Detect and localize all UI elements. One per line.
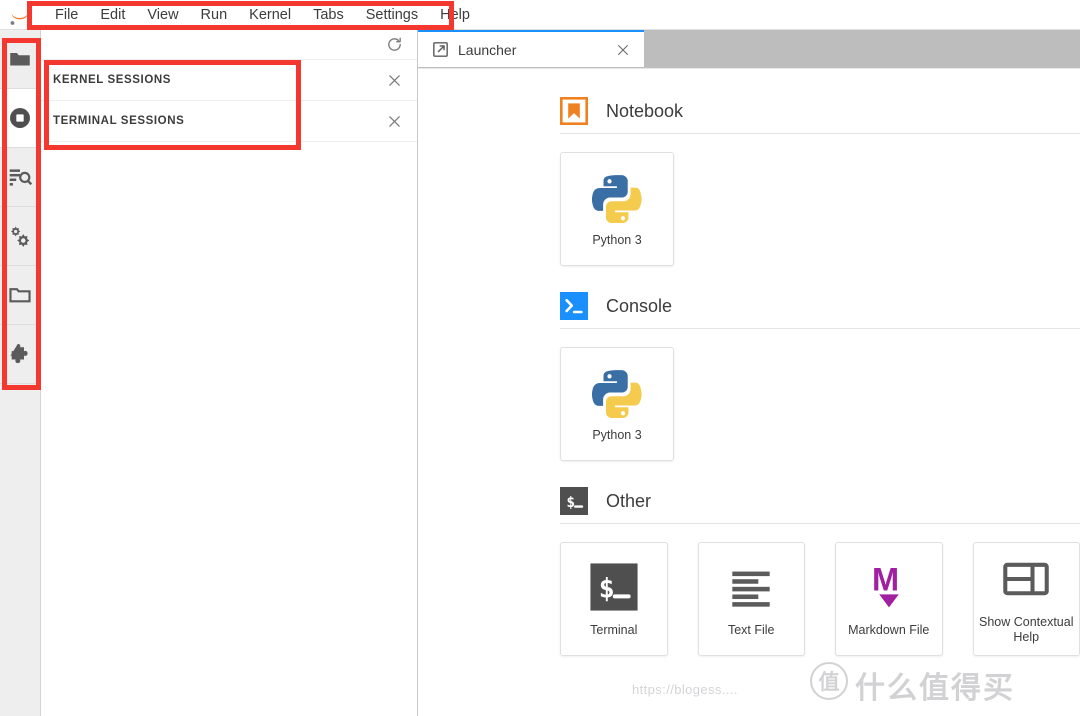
section-divider <box>560 523 1080 524</box>
section-divider <box>560 133 1080 134</box>
sidebar-item-extension-manager[interactable] <box>0 325 40 384</box>
svg-text:$: $ <box>598 573 614 604</box>
close-icon <box>388 74 400 86</box>
running-panel-toolbar <box>41 30 417 60</box>
section-divider <box>560 328 1080 329</box>
stop-circle-icon <box>10 108 30 128</box>
launcher-card-notebook-python3[interactable]: Python 3 <box>560 152 674 266</box>
jupyter-logo-icon <box>10 13 28 25</box>
menu-item-tabs[interactable]: Tabs <box>302 3 355 27</box>
terminal-sessions-shutdown-all-button[interactable] <box>383 110 405 132</box>
menu-item-list: File Edit View Run Kernel Tabs Settings … <box>44 3 481 27</box>
menu-item-run[interactable]: Run <box>190 3 239 27</box>
launcher-section-other-title: Other <box>606 490 652 511</box>
launcher-section-console-title: Console <box>606 295 673 316</box>
sidebar-item-file-browser[interactable] <box>0 30 40 89</box>
tab-launcher-label: Launcher <box>458 41 517 58</box>
launcher-card-label: Python 3 <box>592 427 642 442</box>
launcher-panel: Notebook Python 3 Console Python 3 $ Oth… <box>418 68 1080 716</box>
terminal-dollar-icon: $ <box>590 562 638 611</box>
console-prompt-icon <box>560 292 588 320</box>
menu-bar: File Edit View Run Kernel Tabs Settings … <box>0 0 1080 30</box>
puzzle-icon <box>10 343 28 364</box>
dock-area: Launcher Notebook Python 3 Console Pytho… <box>418 29 1080 716</box>
sidebar-item-command-palette[interactable] <box>0 148 40 207</box>
folder-filled-icon <box>10 53 30 66</box>
activity-bar <box>0 30 41 716</box>
launcher-icon <box>433 42 448 57</box>
launcher-card-text-file[interactable]: Text File <box>697 542 805 656</box>
python-logo-icon <box>591 174 642 223</box>
launcher-card-markdown-file[interactable]: M Markdown File <box>835 542 943 656</box>
folder-outline-icon <box>9 288 31 303</box>
sidebar-item-open-tabs[interactable] <box>0 266 40 325</box>
sidebar-item-running-sessions[interactable] <box>0 89 40 148</box>
running-sessions-panel: KERNEL SESSIONS TERMINAL SESSIONS <box>41 30 418 716</box>
launcher-card-console-python3[interactable]: Python 3 <box>560 347 674 461</box>
markdown-m-icon: M <box>872 561 899 607</box>
menu-item-kernel[interactable]: Kernel <box>238 3 302 27</box>
python-logo-icon <box>591 369 642 418</box>
launcher-card-terminal[interactable]: $ Terminal <box>560 542 668 656</box>
launcher-notebook-cards: Python 3 <box>560 152 1080 266</box>
launcher-other-cards: $ Terminal Text File M Markdown File Sho… <box>560 542 1080 656</box>
tab-launcher[interactable]: Launcher <box>418 29 644 67</box>
menu-item-edit[interactable]: Edit <box>89 3 136 27</box>
launcher-card-label: Terminal <box>590 622 638 637</box>
menu-item-settings[interactable]: Settings <box>355 3 429 27</box>
sidebar-item-property-inspector[interactable] <box>0 207 40 266</box>
launcher-section-console-header: Console <box>560 292 1080 320</box>
launcher-card-label: Show Contextual Help <box>978 615 1074 644</box>
tab-launcher-close-button[interactable] <box>612 39 634 61</box>
launcher-card-show-contextual-help[interactable]: Show Contextual Help <box>972 542 1080 656</box>
launcher-section-other-header: $ Other <box>560 487 1080 515</box>
notebook-bookmark-icon <box>560 97 588 125</box>
menu-item-view[interactable]: View <box>136 3 189 27</box>
terminal-sessions-title: TERMINAL SESSIONS <box>53 115 185 127</box>
jupyterlab-window: File Edit View Run Kernel Tabs Settings … <box>0 0 1080 716</box>
terminal-sessions-section[interactable]: TERMINAL SESSIONS <box>41 101 417 142</box>
close-icon <box>388 115 400 127</box>
running-panel-empty-area <box>41 142 417 716</box>
refresh-button[interactable] <box>383 34 405 56</box>
launcher-card-label: Markdown File <box>848 622 930 637</box>
launcher-card-label: Text File <box>727 622 775 637</box>
launcher-section-notebook-header: Notebook <box>560 97 1080 125</box>
gears-icon <box>11 226 30 248</box>
kernel-sessions-section[interactable]: KERNEL SESSIONS <box>41 60 417 101</box>
launcher-card-label: Python 3 <box>592 232 642 247</box>
kernel-sessions-shutdown-all-button[interactable] <box>383 69 405 91</box>
tab-bar: Launcher <box>418 29 1080 68</box>
svg-text:$: $ <box>566 495 575 511</box>
command-search-icon <box>9 169 33 186</box>
refresh-icon <box>387 37 401 51</box>
close-icon <box>618 44 628 55</box>
menu-item-help[interactable]: Help <box>429 3 481 27</box>
kernel-sessions-title: KERNEL SESSIONS <box>53 74 172 86</box>
launcher-console-cards: Python 3 <box>560 347 1080 461</box>
svg-text:M: M <box>872 561 899 597</box>
menu-item-file[interactable]: File <box>44 3 89 27</box>
launcher-section-notebook-title: Notebook <box>606 100 684 121</box>
text-lines-icon <box>732 571 770 607</box>
contextual-help-icon <box>1003 562 1049 596</box>
terminal-dollar-icon: $ <box>560 487 588 515</box>
